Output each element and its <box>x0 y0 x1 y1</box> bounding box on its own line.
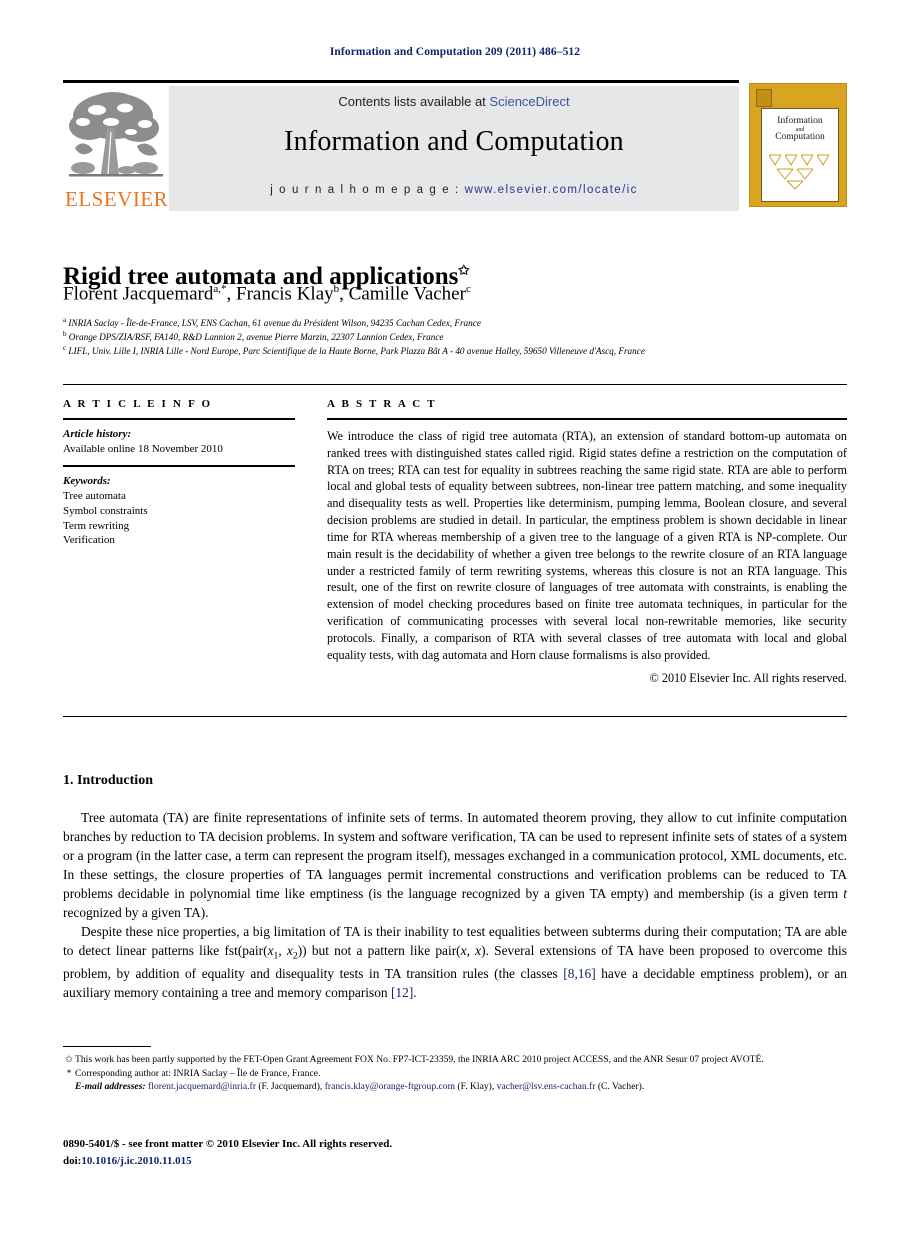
cover-title-line3: Computation <box>775 132 825 143</box>
paragraph-part: . <box>413 984 417 1000</box>
keywords-list: Tree automata Symbol constraints Term re… <box>63 489 295 548</box>
title-footnote-marker[interactable]: ✩ <box>458 262 469 277</box>
abstract-copyright: © 2010 Elsevier Inc. All rights reserved… <box>649 670 847 685</box>
email-link[interactable]: vacher@lsv.ens-cachan.fr <box>497 1081 596 1092</box>
elsevier-tree-logo-icon <box>69 92 163 177</box>
author-name: Camille Vacher <box>348 283 466 305</box>
email-link[interactable]: florent.jacquemard@inria.fr <box>148 1081 256 1092</box>
affiliation-mark: b <box>63 330 67 339</box>
article-history-block: Article history: Available online 18 Nov… <box>63 427 295 456</box>
email-link[interactable]: francis.klay@orange-ftgroup.com <box>325 1081 455 1092</box>
affiliation-item: b Orange DPS/ZIA/RSF, FA140, R&D Lannion… <box>63 330 853 344</box>
issn-line: 0890-5401/$ - see front matter © 2010 El… <box>63 1138 393 1150</box>
footnote-corresponding-marker: * <box>66 1067 72 1079</box>
doi-label: doi: <box>63 1154 82 1167</box>
math-variable-t: t <box>843 886 847 902</box>
article-history-value: Available online 18 November 2010 <box>63 442 223 455</box>
section-title: Introduction <box>77 773 153 788</box>
affiliation-text: Orange DPS/ZIA/RSF, FA140, R&D Lannion 2… <box>68 332 444 343</box>
paragraph-part: , <box>278 943 287 959</box>
article-info-rule <box>63 418 295 420</box>
affiliation-text: INRIA Saclay - Île-de-France, LSV, ENS C… <box>68 318 481 329</box>
cover-elsevier-mini-logo-icon <box>756 89 772 107</box>
keywords-label: Keywords: <box>63 475 111 488</box>
homepage-label: j o u r n a l h o m e p a g e : <box>270 184 460 196</box>
paper-page: Information and Computation 209 (2011) 4… <box>0 0 907 1238</box>
keywords-block: Keywords: Tree automata Symbol constrain… <box>63 474 295 548</box>
journal-title: Information and Computation <box>284 126 624 157</box>
section-heading-introduction: 1. Introduction <box>63 773 153 789</box>
author-list: Florent Jacquemarda,*, Francis Klayb, Ca… <box>63 283 471 305</box>
elsevier-logo-block: ELSEVIER <box>63 86 169 211</box>
email-owner: (C. Vacher). <box>595 1081 645 1093</box>
cover-inner-panel: Information and Computation <box>761 108 839 202</box>
affiliation-item: c LIFL, Univ. Lille I, INRIA Lille - Nor… <box>63 344 853 358</box>
section-number: 1. <box>63 773 74 788</box>
cover-title-line1: Information <box>777 116 823 126</box>
footnote-corresponding-author: * Corresponding author at: INRIA Saclay –… <box>63 1067 847 1081</box>
cover-tree-diagram-icon <box>768 154 830 190</box>
journal-cover-thumbnail: Information and Computation <box>749 83 847 207</box>
journal-homepage-line: j o u r n a l h o m e p a g e : www.else… <box>169 184 739 196</box>
footnotes-block: ✩ This work has been partly supported by … <box>63 1053 847 1094</box>
cover-title: Information and Computation <box>762 116 838 143</box>
contents-available-line: Contents lists available at ScienceDirec… <box>169 94 739 109</box>
paragraph: Tree automata (TA) are finite representa… <box>63 808 847 922</box>
affiliation-item: a INRIA Saclay - Île-de-France, LSV, ENS… <box>63 316 853 330</box>
email-owner: (F. Klay), <box>455 1081 497 1093</box>
affiliation-list: a INRIA Saclay - Île-de-France, LSV, ENS… <box>63 316 853 358</box>
email-owner: (F. Jacquemard), <box>255 1081 325 1093</box>
paragraph-part: recognized by a given TA). <box>63 905 209 921</box>
elsevier-wordmark: ELSEVIER <box>65 187 169 211</box>
affiliation-mark: c <box>63 344 67 353</box>
abstract-rule <box>327 418 847 420</box>
author-affiliation-marks[interactable]: c <box>466 283 471 295</box>
footnote-emails: E-mail addresses: florent.jacquemard@inr… <box>63 1080 847 1094</box>
citation-reference[interactable]: [12] <box>391 985 413 1000</box>
footnote-funding-text: This work has been partly supported by t… <box>75 1054 764 1065</box>
footnote-corresponding-text: Corresponding author at: INRIA Saclay – … <box>75 1067 321 1079</box>
author-affiliation-marks[interactable]: b <box>334 283 340 295</box>
article-history-label: Article history: <box>63 428 132 440</box>
paragraph-part: )) but not a pattern like pair( <box>297 943 461 959</box>
masthead-grey-panel: Contents lists available at ScienceDirec… <box>169 86 739 211</box>
doi-line: doi:10.1016/j.ic.2010.11.015 <box>63 1153 663 1170</box>
journal-homepage-link[interactable]: www.elsevier.com/locate/ic <box>465 184 638 196</box>
info-section-top-rule <box>63 384 847 385</box>
paragraph-part: Tree automata (TA) are finite representa… <box>63 810 847 902</box>
email-addresses-label: E-mail addresses: <box>75 1081 146 1093</box>
journal-masthead: ELSEVIER Contents lists available at Sci… <box>63 80 739 211</box>
abstract-heading: A B S T R A C T <box>327 398 437 410</box>
author-name: Francis Klay <box>236 283 334 305</box>
footnote-funding: ✩ This work has been partly supported by … <box>63 1053 847 1067</box>
paragraph-part: , <box>466 943 476 959</box>
sciencedirect-link[interactable]: ScienceDirect <box>489 94 569 109</box>
keyword-item: Tree automata <box>63 490 126 503</box>
abstract-column: A B S T R A C T We introduce the class o… <box>327 398 847 686</box>
imprint-block: 0890-5401/$ - see front matter © 2010 El… <box>63 1136 663 1169</box>
keyword-item: Term rewriting <box>63 519 130 532</box>
footnote-star-marker: ✩ <box>64 1054 74 1065</box>
author-name: Florent Jacquemard <box>63 283 214 305</box>
article-info-heading: A R T I C L E I N F O <box>63 398 213 410</box>
running-head: Information and Computation 209 (2011) 4… <box>329 46 581 58</box>
masthead-inner: ELSEVIER Contents lists available at Sci… <box>63 86 739 211</box>
affiliation-text: LIFL, Univ. Lille I, INRIA Lille - Nord … <box>68 346 645 357</box>
keywords-rule <box>63 465 295 468</box>
keyword-item: Verification <box>63 534 115 547</box>
body-text: Tree automata (TA) are finite representa… <box>63 808 847 1002</box>
citation-reference[interactable]: [8,16] <box>563 966 595 981</box>
article-info-column: A R T I C L E I N F O Article history: A… <box>63 398 295 548</box>
affiliation-mark: a <box>63 316 67 324</box>
info-section-bottom-rule <box>63 716 847 717</box>
keyword-item: Symbol constraints <box>63 504 148 517</box>
contents-prefix: Contents lists available at <box>338 94 490 109</box>
doi-link[interactable]: 10.1016/j.ic.2010.11.015 <box>81 1155 191 1167</box>
abstract-text: We introduce the class of rigid tree aut… <box>327 429 847 662</box>
footnote-separator-rule <box>63 1046 151 1047</box>
paragraph: Despite these nice properties, a big lim… <box>63 922 847 1001</box>
author-affiliation-marks[interactable]: a,* <box>213 283 226 295</box>
